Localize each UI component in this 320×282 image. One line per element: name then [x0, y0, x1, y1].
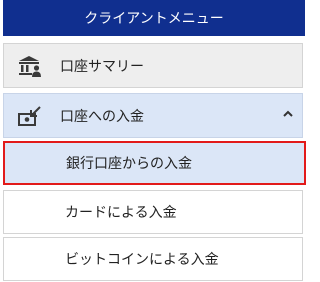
- menu-item-label: 口座サマリー: [60, 58, 144, 75]
- chevron-up-icon[interactable]: [282, 107, 294, 123]
- menu-header: クライアントメニュー: [3, 0, 305, 36]
- submenu-item-label: 銀行口座からの入金: [66, 156, 192, 172]
- submenu-item-bitcoin-deposit[interactable]: ビットコインによる入金: [3, 237, 303, 281]
- submenu-item-card-deposit[interactable]: カードによる入金: [3, 190, 303, 234]
- menu-item-account-summary[interactable]: 口座サマリー: [3, 43, 303, 88]
- menu-item-deposit[interactable]: 口座への入金: [3, 93, 303, 138]
- deposit-icon: [17, 103, 43, 129]
- menu-title: クライアントメニュー: [84, 11, 224, 27]
- menu-item-label: 口座への入金: [60, 108, 144, 125]
- submenu-item-label: カードによる入金: [65, 205, 177, 221]
- bank-user-icon: [17, 53, 43, 79]
- client-menu: クライアントメニュー 口座サマリー 口座への入金 銀行口座からの入金 カードによ…: [0, 0, 307, 282]
- submenu-item-bank-deposit[interactable]: 銀行口座からの入金: [3, 141, 306, 185]
- submenu-item-label: ビットコインによる入金: [65, 252, 219, 268]
